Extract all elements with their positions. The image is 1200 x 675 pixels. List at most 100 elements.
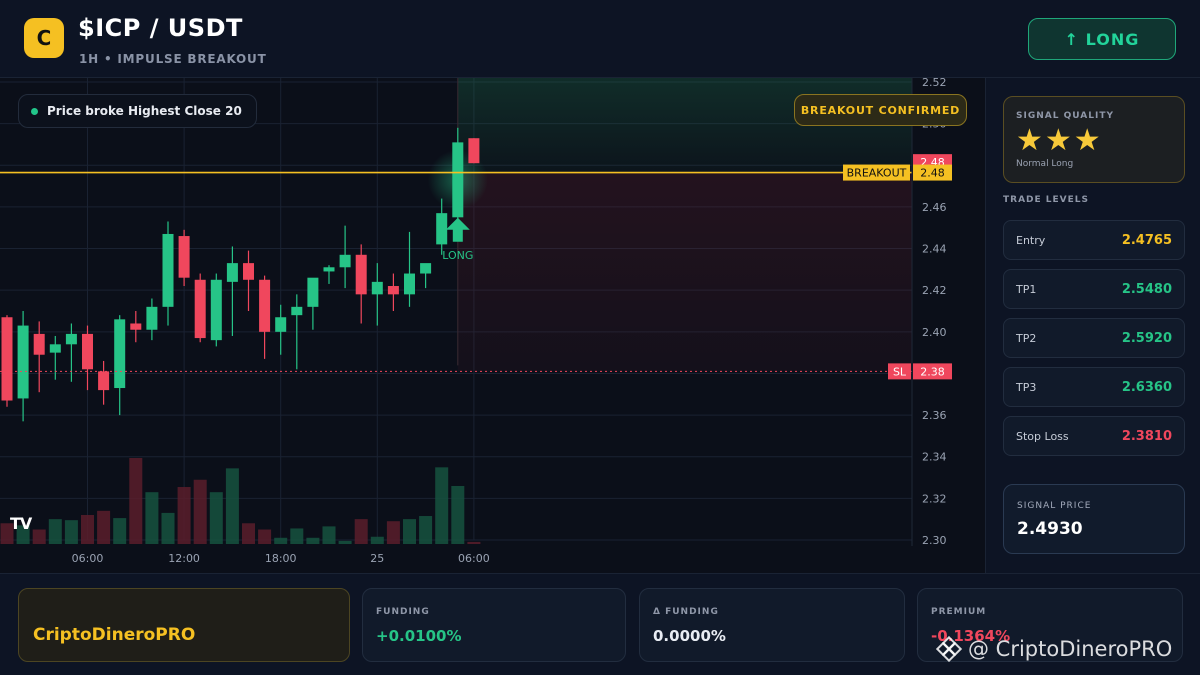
candle-body [468,138,480,164]
candle-body [178,236,190,278]
y-tick-label: 2.46 [922,201,947,214]
binance-logo-icon [936,636,962,662]
trade-levels-title: TRADE LEVELS [1003,195,1089,205]
candle-body [452,142,464,218]
tradingview-logo-icon: TV [10,514,32,533]
breakout-label-tag: BREAKOUT [847,167,907,180]
volume-bar [129,458,143,544]
volume-bar [64,520,78,544]
candle-body [1,317,13,401]
volume-bar [209,492,223,544]
volume-bar [354,519,368,544]
volume-bar [242,523,255,544]
candle-body [323,267,335,272]
y-tick-label: 2.36 [922,409,947,422]
trade-level-row: Stop Loss 2.3810 [1003,416,1185,456]
volume-bar [113,518,127,544]
candle-body [387,286,399,295]
trade-level-name: Entry [1016,234,1046,247]
candle-body [420,263,432,274]
candle-body [243,263,254,280]
volume-bar [97,510,111,544]
candle-body [146,306,158,330]
volume-bar [274,537,288,544]
signal-price-label: SIGNAL PRICE [1017,501,1092,511]
trade-level-name: TP3 [1016,381,1037,394]
watermark-text: @ CriptoDineroPRO [968,637,1173,661]
trade-level-name: TP1 [1016,283,1037,296]
delta-funding-card: Δ FUNDING 0.0000% [639,588,905,662]
candle-body [17,325,29,399]
pair-title: $ICP / USDT [78,14,243,42]
volume-bar [177,487,191,544]
header-bar: C $ICP / USDT 1H • IMPULSE BREAKOUT ↑ LO… [0,0,1200,78]
breakout-price-tag: 2.48 [920,167,945,180]
trade-level-value: 2.4765 [1121,233,1172,248]
status-dot-icon [31,107,38,115]
volume-bar [193,479,207,544]
volume-bar [81,514,94,544]
trade-level-row: TP3 2.6360 [1003,367,1185,407]
candle-body [436,213,448,245]
brand-name: CriptoDineroPRO [33,625,196,645]
candle-body [307,277,319,307]
funding-card: FUNDING +0.0100% [362,588,626,662]
x-tick-label: 12:00 [168,552,200,565]
stop-loss-price-tag: 2.38 [920,365,945,378]
chart-area[interactable]: LONG2.522.502.482.462.442.422.402.382.36… [0,78,985,573]
volume-bar [435,467,449,544]
long-signal-button[interactable]: ↑ LONG [1028,18,1176,60]
x-tick-label: 06:00 [458,552,490,565]
candle-body [226,263,238,282]
trade-level-value: 2.5480 [1121,282,1172,297]
volume-bar [467,541,481,544]
candlestick-chart[interactable]: LONG2.522.502.482.462.442.422.402.382.36… [0,78,985,573]
candle-body [130,323,142,330]
funding-label: FUNDING [376,607,430,617]
delta-funding-label: Δ FUNDING [653,607,719,617]
volume-bar [322,526,336,544]
y-tick-label: 2.32 [922,492,947,505]
volume-bar [258,529,272,544]
x-tick-label: 25 [370,552,384,565]
trade-level-name: Stop Loss [1016,430,1069,443]
trade-level-row: Entry 2.4765 [1003,220,1185,260]
candle-body [355,254,367,295]
candle-body [33,333,45,355]
breakout-note: Price broke Highest Close 20 [18,94,257,128]
candle-body [65,333,77,345]
breakout-confirmed-badge: BREAKOUT CONFIRMED [794,94,967,126]
y-tick-label: 2.34 [922,451,947,464]
side-panel: SIGNAL QUALITY ★★★ Normal Long TRADE LEV… [985,78,1200,573]
timeframe-subtitle: 1H • IMPULSE BREAKOUT [79,52,267,66]
delta-funding-value: 0.0000% [653,627,726,645]
long-marker-label: LONG [442,249,473,262]
volume-bar [403,519,416,544]
volume-bar [161,512,175,544]
funding-value: +0.0100% [376,627,462,645]
x-tick-label: 18:00 [265,552,297,565]
volume-bar [419,516,433,544]
stop-loss-label-tag: SL [893,365,907,378]
candle-body [114,319,126,389]
volume-bar [451,485,465,544]
y-tick-label: 2.44 [922,243,947,256]
candle-body [339,254,351,268]
signal-price-value: 2.4930 [1017,519,1083,539]
signal-quality-label: SIGNAL QUALITY [1016,111,1114,121]
trade-level-row: TP1 2.5480 [1003,269,1185,309]
volume-bar [370,536,384,544]
y-tick-label: 2.52 [922,78,947,89]
coin-logo: C [24,18,64,58]
premium-label: PREMIUM [931,607,987,617]
candle-body [49,344,61,353]
candle-body [291,306,303,316]
volume-bar [290,528,304,544]
volume-bar [386,521,400,544]
x-tick-label: 06:00 [72,552,104,565]
watermark: @ CriptoDineroPRO [936,636,1172,662]
candle-body [162,233,174,307]
signal-quality-sub: Normal Long [1016,159,1074,169]
candle-body [194,279,206,339]
volume-bar [145,492,159,544]
